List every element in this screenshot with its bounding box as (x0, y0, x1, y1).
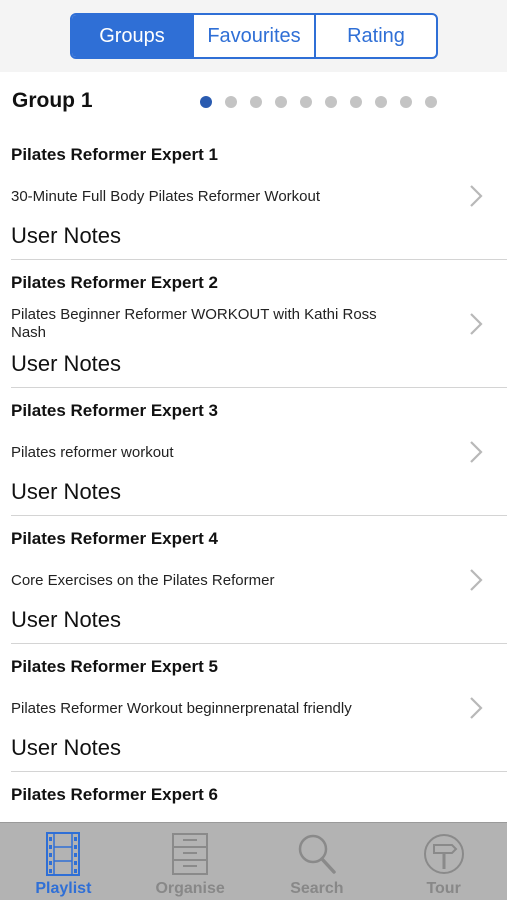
page-dot[interactable] (325, 96, 337, 108)
expert-name: Pilates Reformer Expert 3 (11, 401, 218, 420)
list-item[interactable]: Pilates Reformer Expert 4 Core Exercises… (0, 516, 507, 644)
page-dot[interactable] (250, 96, 262, 108)
video-title: Core Exercises on the Pilates Reformer (11, 572, 275, 589)
chevron-right-icon[interactable] (469, 568, 483, 592)
page-dot[interactable] (425, 96, 437, 108)
magnifier-icon (298, 834, 336, 874)
expert-name: Pilates Reformer Expert 1 (11, 145, 218, 164)
chevron-right-icon[interactable] (469, 440, 483, 464)
video-title: Pilates reformer workout (11, 444, 174, 461)
expert-name: Pilates Reformer Expert 5 (11, 657, 218, 676)
expert-name: Pilates Reformer Expert 6 (11, 785, 218, 804)
tab-label: Search (290, 880, 344, 897)
segment-favourites[interactable]: Favourites (192, 15, 314, 57)
segment-groups[interactable]: Groups (72, 15, 192, 57)
chevron-right-icon[interactable] (469, 184, 483, 208)
cabinet-icon (172, 833, 209, 875)
page-dot[interactable] (300, 96, 312, 108)
playlist-list: Pilates Reformer Expert 1 30-Minute Full… (0, 132, 507, 900)
page-indicator[interactable] (200, 96, 437, 108)
page-dot[interactable] (200, 96, 212, 108)
list-item[interactable]: Pilates Reformer Expert 5 Pilates Reform… (0, 644, 507, 772)
top-bar: Groups Favourites Rating (0, 0, 507, 72)
list-item[interactable]: Pilates Reformer Expert 2 Pilates Beginn… (0, 260, 507, 388)
signpost-icon (423, 834, 464, 874)
user-notes[interactable]: User Notes (11, 479, 121, 505)
expert-name: Pilates Reformer Expert 2 (11, 273, 218, 292)
view-segmented-control: Groups Favourites Rating (70, 13, 438, 59)
page-dot[interactable] (225, 96, 237, 108)
tab-tour[interactable]: Tour (380, 823, 507, 900)
chevron-right-icon[interactable] (469, 696, 483, 720)
page-dot[interactable] (375, 96, 387, 108)
tab-label: Playlist (35, 880, 92, 897)
tab-bar: Playlist Organise Search Tour (0, 822, 507, 900)
page-dot[interactable] (400, 96, 412, 108)
user-notes[interactable]: User Notes (11, 223, 121, 249)
list-item[interactable]: Pilates Reformer Expert 3 Pilates reform… (0, 388, 507, 516)
segment-rating[interactable]: Rating (314, 15, 436, 57)
user-notes[interactable]: User Notes (11, 735, 121, 761)
film-strip-icon (46, 832, 81, 876)
list-item[interactable]: Pilates Reformer Expert 1 30-Minute Full… (0, 132, 507, 260)
tab-playlist[interactable]: Playlist (0, 823, 127, 900)
page-dot[interactable] (350, 96, 362, 108)
chevron-right-icon[interactable] (469, 312, 483, 336)
tab-label: Organise (155, 880, 225, 897)
video-title: 30-Minute Full Body Pilates Reformer Wor… (11, 188, 321, 205)
expert-name: Pilates Reformer Expert 4 (11, 529, 218, 548)
tab-label: Tour (426, 880, 461, 897)
tab-organise[interactable]: Organise (127, 823, 254, 900)
page-dot[interactable] (275, 96, 287, 108)
tab-search[interactable]: Search (254, 823, 381, 900)
video-title: Pilates Reformer Workout beginnerprenata… (11, 700, 352, 717)
video-title: Pilates Beginner Reformer WORKOUT with K… (11, 306, 377, 341)
user-notes[interactable]: User Notes (11, 607, 121, 633)
group-title: Group 1 (12, 89, 93, 112)
user-notes[interactable]: User Notes (11, 351, 121, 377)
